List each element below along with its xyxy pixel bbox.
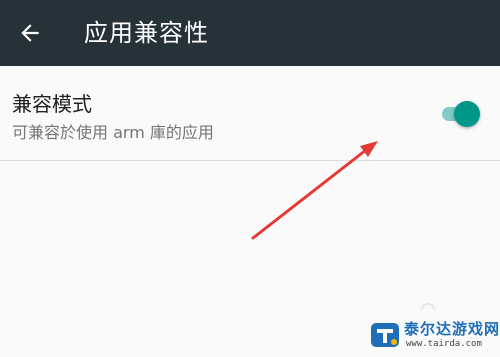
back-button[interactable] [12, 15, 48, 51]
tairda-logo-icon [371, 323, 399, 347]
setting-title: 兼容模式 [12, 92, 92, 116]
app-bar: 应用兼容性 [0, 0, 500, 66]
page-title: 应用兼容性 [84, 19, 209, 47]
toggle-thumb [454, 101, 480, 127]
faint-watermark-icon [421, 303, 435, 311]
watermark: 泰尔达游戏网 www.tairda.com [370, 318, 500, 354]
compat-mode-setting[interactable]: 兼容模式 可兼容於使用 arm 庫的应用 [0, 66, 500, 160]
watermark-name: 泰尔达游戏网 [404, 320, 500, 338]
divider [0, 160, 500, 161]
compat-mode-toggle[interactable] [438, 101, 484, 127]
arrow-left-icon [21, 24, 39, 42]
setting-summary: 可兼容於使用 arm 庫的应用 [12, 123, 214, 142]
watermark-url: www.tairda.com [406, 339, 482, 349]
